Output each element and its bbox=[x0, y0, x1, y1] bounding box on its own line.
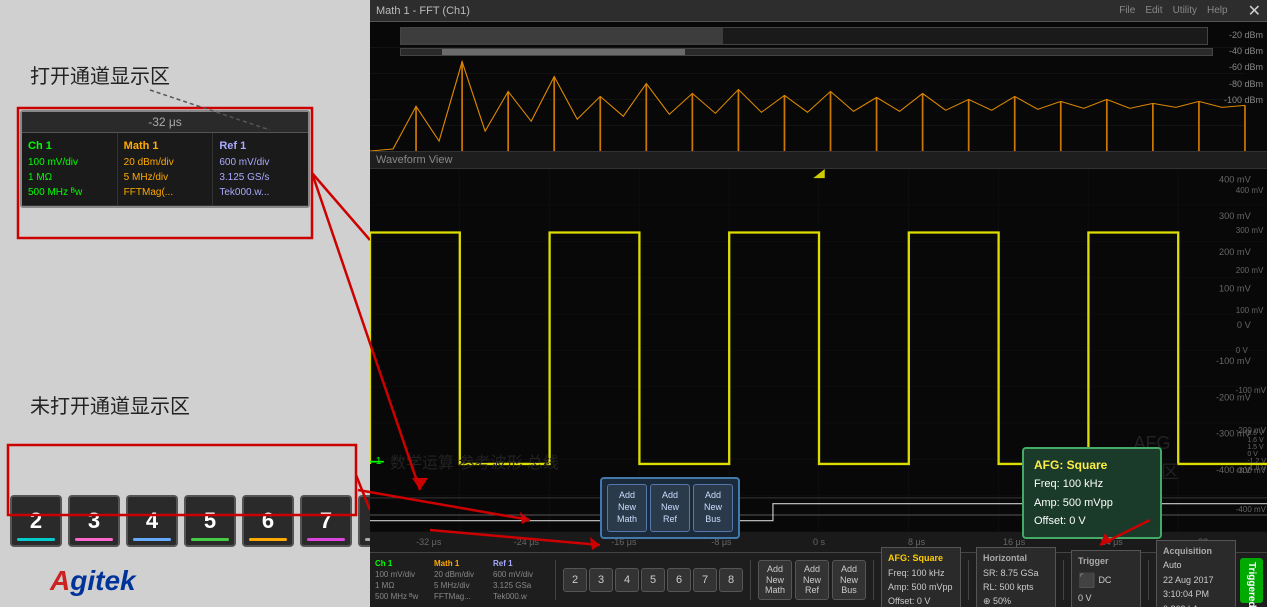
divider-3 bbox=[873, 560, 874, 600]
divider-5 bbox=[1063, 560, 1064, 600]
num-btn-4[interactable]: 4 bbox=[615, 568, 639, 592]
divider-4 bbox=[968, 560, 969, 600]
channel-buttons-row: 2 3 4 5 6 7 8 bbox=[10, 495, 410, 547]
fft-panel: -20 dBm -40 dBm -60 dBm -80 dBm -100 dBm bbox=[370, 22, 1267, 152]
math1-info: Math 1 20 dBm/div 5 MHz/div FFTMag... bbox=[434, 558, 489, 603]
menu-utility[interactable]: Utility bbox=[1173, 5, 1197, 16]
scope-title-bar: Math 1 - FFT (Ch1) File Edit Utility Hel… bbox=[370, 0, 1267, 22]
num-btn-7[interactable]: 7 bbox=[693, 568, 717, 592]
ch1-info: Ch 1 100 mV/div 1 MΩ 500 MHz ᴮw bbox=[375, 558, 430, 603]
horizontal-info[interactable]: Horizontal SR: 8.75 GSa RL: 500 kpts ⊕ 5… bbox=[976, 547, 1056, 607]
menu-edit[interactable]: Edit bbox=[1145, 5, 1162, 16]
ch1-cell: Ch 1 100 mV/div 1 MΩ 500 MHz ᴮw bbox=[22, 133, 118, 205]
num-btn-6[interactable]: 6 bbox=[667, 568, 691, 592]
channel-2-button[interactable]: 2 bbox=[10, 495, 62, 547]
fft-scrollbar-thumb[interactable] bbox=[442, 49, 685, 55]
time-axis: -32 μs -24 μs -16 μs -8 μs 0 s 8 μs 16 μ… bbox=[370, 532, 1267, 552]
channel-4-button[interactable]: 4 bbox=[126, 495, 178, 547]
math-ref-bus-annotation: 数学运算 参考波形 总线 bbox=[390, 451, 559, 477]
logo: Agitek bbox=[50, 565, 136, 597]
add-bus-button[interactable]: Add New Bus bbox=[832, 560, 866, 600]
left-annotation-panel: 打开通道显示区 -32 μs Ch 1 100 mV/div 1 MΩ 500 … bbox=[0, 0, 370, 607]
divider-2 bbox=[750, 560, 751, 600]
num-btn-5[interactable]: 5 bbox=[641, 568, 665, 592]
closed-channel-annotation: 未打开通道显示区 bbox=[30, 390, 190, 419]
num-btn-8[interactable]: 8 bbox=[719, 568, 743, 592]
acquisition-info[interactable]: Acquisition Auto 22 Aug 2017 3:10:04 PM … bbox=[1156, 540, 1236, 607]
controls-bar: Ch 1 100 mV/div 1 MΩ 500 MHz ᴮw Math 1 2… bbox=[370, 552, 1267, 607]
afg-info-box[interactable]: AFG: Square Freq: 100 kHz Amp: 500 mVpp … bbox=[881, 547, 961, 607]
open-channel-annotation: 打开通道显示区 bbox=[30, 60, 170, 89]
num-btn-3[interactable]: 3 bbox=[589, 568, 613, 592]
oscilloscope-main: Math 1 - FFT (Ch1) File Edit Utility Hel… bbox=[370, 0, 1267, 607]
scope-window-title: Math 1 - FFT (Ch1) bbox=[376, 5, 1119, 17]
num-btn-2[interactable]: 2 bbox=[563, 568, 587, 592]
ref1-cell: Ref 1 600 mV/div 3.125 GS/s Tek000.w... bbox=[213, 133, 308, 205]
channel-3-button[interactable]: 3 bbox=[68, 495, 120, 547]
triggered-button[interactable]: Triggered bbox=[1240, 558, 1263, 603]
ref1-info: Ref 1 600 mV/div 3.125 GSa Tek000.w bbox=[493, 558, 548, 603]
scope-body: -20 dBm -40 dBm -60 dBm -80 dBm -100 dBm bbox=[370, 22, 1267, 607]
channel-5-button[interactable]: 5 bbox=[184, 495, 236, 547]
afg-annotation: AFG控制区 bbox=[1125, 429, 1179, 487]
voltage-scale: 400 mV 300 mV 200 mV 100 mV 0 V -100 mV … bbox=[1236, 169, 1266, 532]
fft-navigator[interactable] bbox=[400, 27, 1208, 45]
waveform-view-label: Waveform View bbox=[370, 152, 1267, 169]
divider-6 bbox=[1148, 560, 1149, 600]
fft-nav-thumb[interactable] bbox=[401, 28, 723, 44]
fft-scrollbar[interactable] bbox=[400, 48, 1213, 56]
add-ref-button[interactable]: Add New Ref bbox=[795, 560, 829, 600]
channel-7-button[interactable]: 7 bbox=[300, 495, 352, 547]
trigger-icon: ⬛ bbox=[1078, 569, 1095, 591]
close-icon[interactable]: ✕ bbox=[1248, 1, 1261, 21]
fft-scale: -20 dBm -40 dBm -60 dBm -80 dBm -100 dBm bbox=[1224, 27, 1263, 108]
divider-1 bbox=[555, 560, 556, 600]
add-math-button[interactable]: Add New Math bbox=[758, 560, 792, 600]
scope-display: -20 dBm -40 dBm -60 dBm -80 dBm -100 dBm bbox=[370, 22, 1267, 607]
small-waveform-scale: 3.6 V 1.6 V 1.5 V 0 V -1.2 V -1.8 V bbox=[1247, 430, 1266, 472]
menu-help[interactable]: Help bbox=[1207, 5, 1228, 16]
math1-cell: Math 1 20 dBm/div 5 MHz/div FFTMag(... bbox=[118, 133, 214, 205]
number-buttons: 2 3 4 5 6 7 8 bbox=[563, 568, 743, 592]
trigger-info[interactable]: Trigger ⬛ DC 0 V bbox=[1071, 550, 1141, 607]
channel-display-box: -32 μs Ch 1 100 mV/div 1 MΩ 500 MHz ᴮw M… bbox=[20, 110, 310, 208]
menu-file[interactable]: File bbox=[1119, 5, 1135, 16]
channel-display-header: -32 μs bbox=[22, 112, 308, 133]
channel-6-button[interactable]: 6 bbox=[242, 495, 294, 547]
add-buttons: Add New Math Add New Ref Add New Bus bbox=[758, 560, 866, 600]
